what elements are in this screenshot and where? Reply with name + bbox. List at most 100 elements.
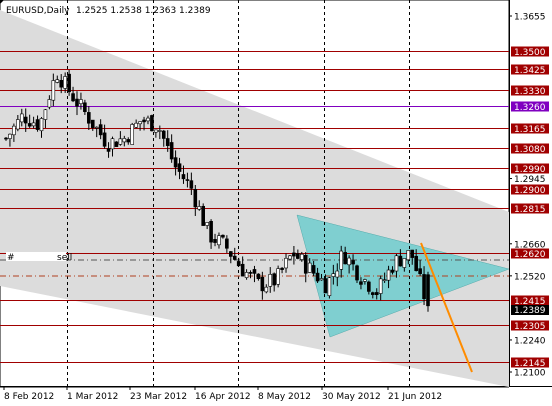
candle-body [307,262,312,273]
candle-body [331,273,336,277]
candle-body [217,235,221,246]
candle-body [158,130,162,132]
candle-body [27,123,32,127]
candle-body [288,255,292,260]
candle-body [221,234,225,238]
candle-body [67,73,71,93]
candle-body [335,270,340,278]
candle-body [347,257,351,266]
candle-body [106,148,111,152]
candle-body [402,258,407,268]
current-price-badge: 1.2389 [511,305,549,316]
candle-body [311,265,316,274]
candle-body [181,174,186,180]
candle-body [422,274,426,299]
candle-body [268,274,273,287]
candle-body [284,257,288,269]
price-chart[interactable]: 1.3500 1.3425 1.3330 1.3260 1.3165 1.3080 1.29… [0,0,552,406]
candle-body [299,253,304,260]
candle-body [229,251,233,257]
time-label: 21 Jun 2012 [388,392,442,402]
candle-body [252,269,257,274]
level-price-text: 1.2305 [514,322,546,332]
candle-body [8,133,12,139]
time-label: 16 Apr 2012 [195,392,251,402]
candle-body [339,250,344,270]
level-price-text: 1.3080 [514,145,546,155]
candle-body [394,255,399,272]
candle-body [201,205,205,226]
level-price-text: 1.2620 [514,250,546,260]
level-price-text: 1.3500 [514,48,546,58]
candle-body [31,122,36,127]
candle-body [378,278,383,294]
candle-body [51,80,56,101]
time-label: 23 Mar 2012 [130,392,187,402]
candle-body [118,138,123,145]
candle-body [138,121,142,125]
candle-body [414,255,418,271]
candle-body [386,269,391,281]
candle-body [418,268,422,274]
chart-ohlc: 1.2525 1.2538 1.2363 1.2389 [76,6,211,16]
candle-body [165,138,170,146]
candle-body [75,98,79,107]
current-price-text: 1.2389 [514,306,546,316]
candle-body [343,252,347,265]
candle-body [71,93,75,102]
candle-body [209,220,213,243]
candle-body [98,124,103,136]
level-price-text: 1.3425 [514,66,546,76]
candle-body [351,260,355,265]
candle-body [374,292,379,296]
candle-body [323,278,328,294]
candle-body [110,138,115,150]
time-label: 8 Feb 2012 [4,392,54,402]
level-price-text: 1.3165 [514,125,546,135]
order-ticket-label: # [7,253,15,263]
level-price-text: 1.2990 [514,165,546,175]
time-label: 30 May 2012 [322,392,381,402]
candle-body [390,269,395,273]
candle-body [79,99,83,105]
price-tick-label: 1.2240 [514,336,546,346]
candle-body [146,117,150,122]
candle-body [260,276,265,292]
candle-body [264,286,269,293]
candle-body [244,272,249,278]
candle-body [63,76,67,89]
candle-body [359,281,363,285]
candle-body [154,129,158,133]
chart-window[interactable]: 1.3500 1.3425 1.3330 1.3260 1.3165 1.3080 1.29… [0,0,552,406]
level-price-text: 1.3260 [514,103,546,113]
candle-body [197,206,202,210]
candle-body [426,274,430,307]
candle-body [240,263,245,277]
candle-body [130,124,135,145]
candle-body [177,163,182,172]
candle-body [35,119,40,130]
candle-body [189,180,194,189]
candle-body [185,179,190,181]
level-price-text: 1.3330 [514,87,546,97]
candle-body [114,141,119,147]
candle-body [87,112,91,124]
candle-body [83,102,87,112]
candle-body [256,273,261,280]
candle-body [150,115,154,132]
candle-body [193,188,198,208]
candle-body [90,119,95,128]
candle-body [126,139,131,143]
candle-body [382,279,387,282]
price-tick-label: 1.2945 [514,175,546,185]
candle-body [161,130,166,139]
price-tick-label: 1.2100 [514,369,546,379]
candle-body [327,277,332,297]
candle-body [39,118,44,132]
candle-body [280,267,284,270]
candle-body [406,250,411,261]
candle-body [134,122,138,128]
candle-body [303,254,308,274]
candle-body [205,222,209,226]
candle-body [55,79,60,83]
